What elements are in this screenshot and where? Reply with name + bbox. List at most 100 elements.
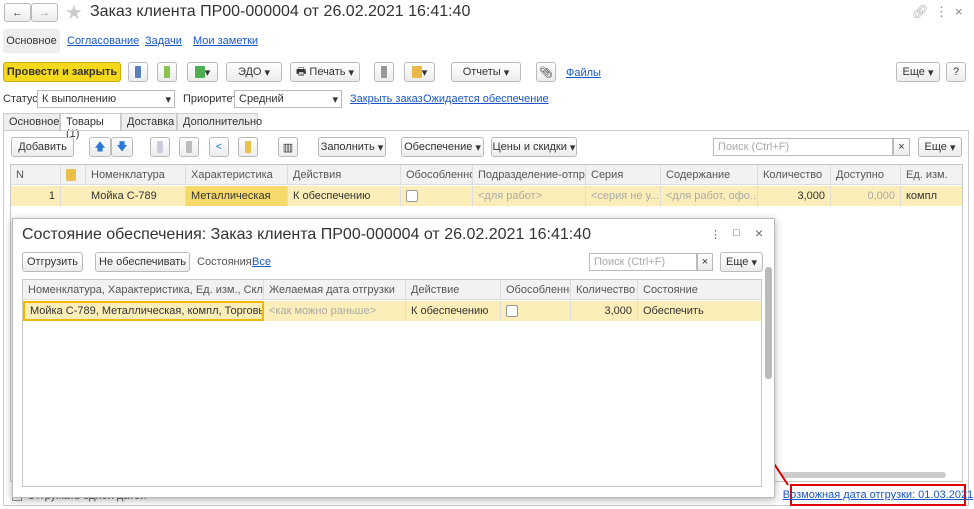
cell-action: К обеспечению <box>406 301 501 321</box>
col-avail[interactable]: Доступно <box>831 165 901 184</box>
col-division[interactable]: Подразделение-отпр... <box>473 165 586 184</box>
vertical-scrollbar[interactable] <box>765 267 772 379</box>
window-title: Заказ клиента ПР00-000004 от 26.02.2021 … <box>90 3 471 20</box>
priority-select[interactable]: Средний ▾ <box>234 90 342 108</box>
maximize-icon[interactable]: □ <box>733 227 740 239</box>
move-down-button[interactable]: 🡇 <box>111 137 133 157</box>
move-up-button[interactable]: 🡅 <box>89 137 111 157</box>
close-order-link[interactable]: Закрыть заказ <box>350 93 423 105</box>
tab-main[interactable]: Основное <box>3 113 60 131</box>
cell-avail: 0,000 <box>831 186 901 206</box>
col-action[interactable]: Действия <box>288 165 401 184</box>
supply-table: Номенклатура, Характеристика, Ед. изм., … <box>22 279 762 487</box>
goods-search-input[interactable]: Поиск (Ctrl+F) <box>713 138 893 156</box>
tab-additional[interactable]: Дополнительно <box>177 113 262 131</box>
structure-icon <box>381 66 387 78</box>
select-button[interactable] <box>238 137 258 157</box>
menu-icon[interactable]: ⋮ <box>935 4 948 20</box>
more-button[interactable]: Еще ▾ <box>896 62 940 82</box>
cell-state: Обеспечить <box>643 305 704 317</box>
col-item[interactable]: Номенклатура, Характеристика, Ед. изм., … <box>23 280 264 299</box>
attachments-button[interactable]: ▾ <box>404 62 435 82</box>
priority-label: Приоритет: <box>183 93 241 105</box>
separate-checkbox[interactable] <box>506 305 518 317</box>
star-icon[interactable]: ★ <box>65 0 83 25</box>
possible-ship-date-link[interactable]: Возможная дата отгрузки: 01.03.2021 <box>783 489 973 501</box>
post-and-close-button[interactable]: Провести и закрыть <box>3 62 121 82</box>
structure-button[interactable] <box>374 62 394 82</box>
menu-icon[interactable]: ⋮ <box>710 228 721 241</box>
close-icon[interactable]: × <box>755 225 763 241</box>
tab-delivery[interactable]: Доставка <box>121 113 177 131</box>
create-based-button[interactable]: ▾ <box>187 62 218 82</box>
back-button[interactable]: ← <box>4 3 31 22</box>
cell-item: Мойка С-789 <box>86 186 186 206</box>
save-icon <box>135 66 141 78</box>
close-icon[interactable]: × <box>955 4 963 19</box>
col-item[interactable]: Номенклатура <box>86 165 186 184</box>
cell-action: К обеспечению <box>288 186 401 206</box>
cell-separate <box>401 186 473 206</box>
col-qty[interactable]: Количество <box>571 280 638 299</box>
dialog-search-input[interactable]: Поиск (Ctrl+F) <box>589 253 697 271</box>
table-row[interactable]: 1 Мойка С-789 Металлическая К обеспечени… <box>11 186 962 206</box>
paste-button[interactable] <box>179 137 199 157</box>
status-select[interactable]: К выполнению ▾ <box>37 90 175 108</box>
supply-button[interactable]: Обеспечение ▾ <box>401 137 484 157</box>
dialog-search-clear-button[interactable]: × <box>697 253 713 271</box>
col-content[interactable]: Содержание <box>661 165 758 184</box>
attach-button[interactable]: 📎︎ <box>536 62 556 82</box>
col-series[interactable]: Серия <box>586 165 661 184</box>
col-separate[interactable]: Обособленно <box>501 280 571 299</box>
cell-date: <как можно раньше> <box>264 301 406 321</box>
prices-button[interactable]: Цены и скидки ▾ <box>491 137 577 157</box>
barcode-button[interactable]: ▥ <box>278 137 298 157</box>
print-button[interactable]: 🖶︎ Печать ▾ <box>290 62 360 82</box>
not-supply-button[interactable]: Не обеспечивать <box>95 252 190 272</box>
create-based-icon <box>194 66 205 78</box>
ship-button[interactable]: Отгрузить <box>22 252 83 272</box>
nav-tasks[interactable]: Задачи <box>145 35 182 47</box>
reports-button[interactable]: Отчеты ▾ <box>451 62 521 82</box>
col-icon[interactable] <box>61 165 86 184</box>
cell-division: <для работ> <box>473 186 586 206</box>
add-button[interactable]: Добавить <box>11 137 74 157</box>
col-qty[interactable]: Количество <box>758 165 831 184</box>
dialog-more-button[interactable]: Еще ▾ <box>720 252 763 272</box>
save-button[interactable] <box>128 62 148 82</box>
col-state[interactable]: Состояние <box>638 280 761 299</box>
goods-more-button[interactable]: Еще ▾ <box>918 137 962 157</box>
fill-button[interactable]: Заполнить ▾ <box>318 137 386 157</box>
cell-qty: 3,000 <box>571 301 638 321</box>
help-button[interactable]: ? <box>946 62 966 82</box>
table-row[interactable]: Мойка С-789, Металлическая, компл, Торго… <box>23 301 761 321</box>
document-icon <box>66 168 76 181</box>
cell-unit: компл <box>906 190 937 202</box>
post-button[interactable] <box>157 62 177 82</box>
edo-button[interactable]: ЭДО ▾ <box>226 62 282 82</box>
separate-checkbox[interactable] <box>406 190 418 202</box>
expected-supply-link[interactable]: Ожидается обеспечение <box>423 93 549 105</box>
forward-button[interactable]: → <box>31 3 58 22</box>
search-clear-button[interactable]: × <box>893 138 910 156</box>
link-icon[interactable]: 🔗︎ <box>912 4 929 20</box>
col-unit[interactable]: Ед. изм. <box>901 165 963 184</box>
states-link[interactable]: Все <box>252 256 271 268</box>
paperclip-icon: 📎︎ <box>539 66 553 79</box>
post-icon <box>164 66 170 78</box>
files-link[interactable]: Файлы <box>566 67 601 79</box>
paste-icon <box>186 141 192 153</box>
split-button[interactable]: < <box>209 137 229 157</box>
col-separate[interactable]: Обособленно <box>401 165 473 184</box>
col-date[interactable]: Желаемая дата отгрузки <box>264 280 406 299</box>
nav-approval[interactable]: Согласование <box>67 35 139 47</box>
nav-notes[interactable]: Мои заметки <box>193 35 258 47</box>
cell-char[interactable]: Металлическая <box>186 186 288 206</box>
col-action[interactable]: Действие <box>406 280 501 299</box>
copy-button[interactable] <box>150 137 170 157</box>
cell-item[interactable]: Мойка С-789, Металлическая, компл, Торго… <box>23 301 264 321</box>
horizontal-scrollbar[interactable] <box>781 472 946 478</box>
nav-main[interactable]: Основное <box>3 29 60 53</box>
col-n[interactable]: N <box>11 165 61 184</box>
col-char[interactable]: Характеристика <box>186 165 288 184</box>
